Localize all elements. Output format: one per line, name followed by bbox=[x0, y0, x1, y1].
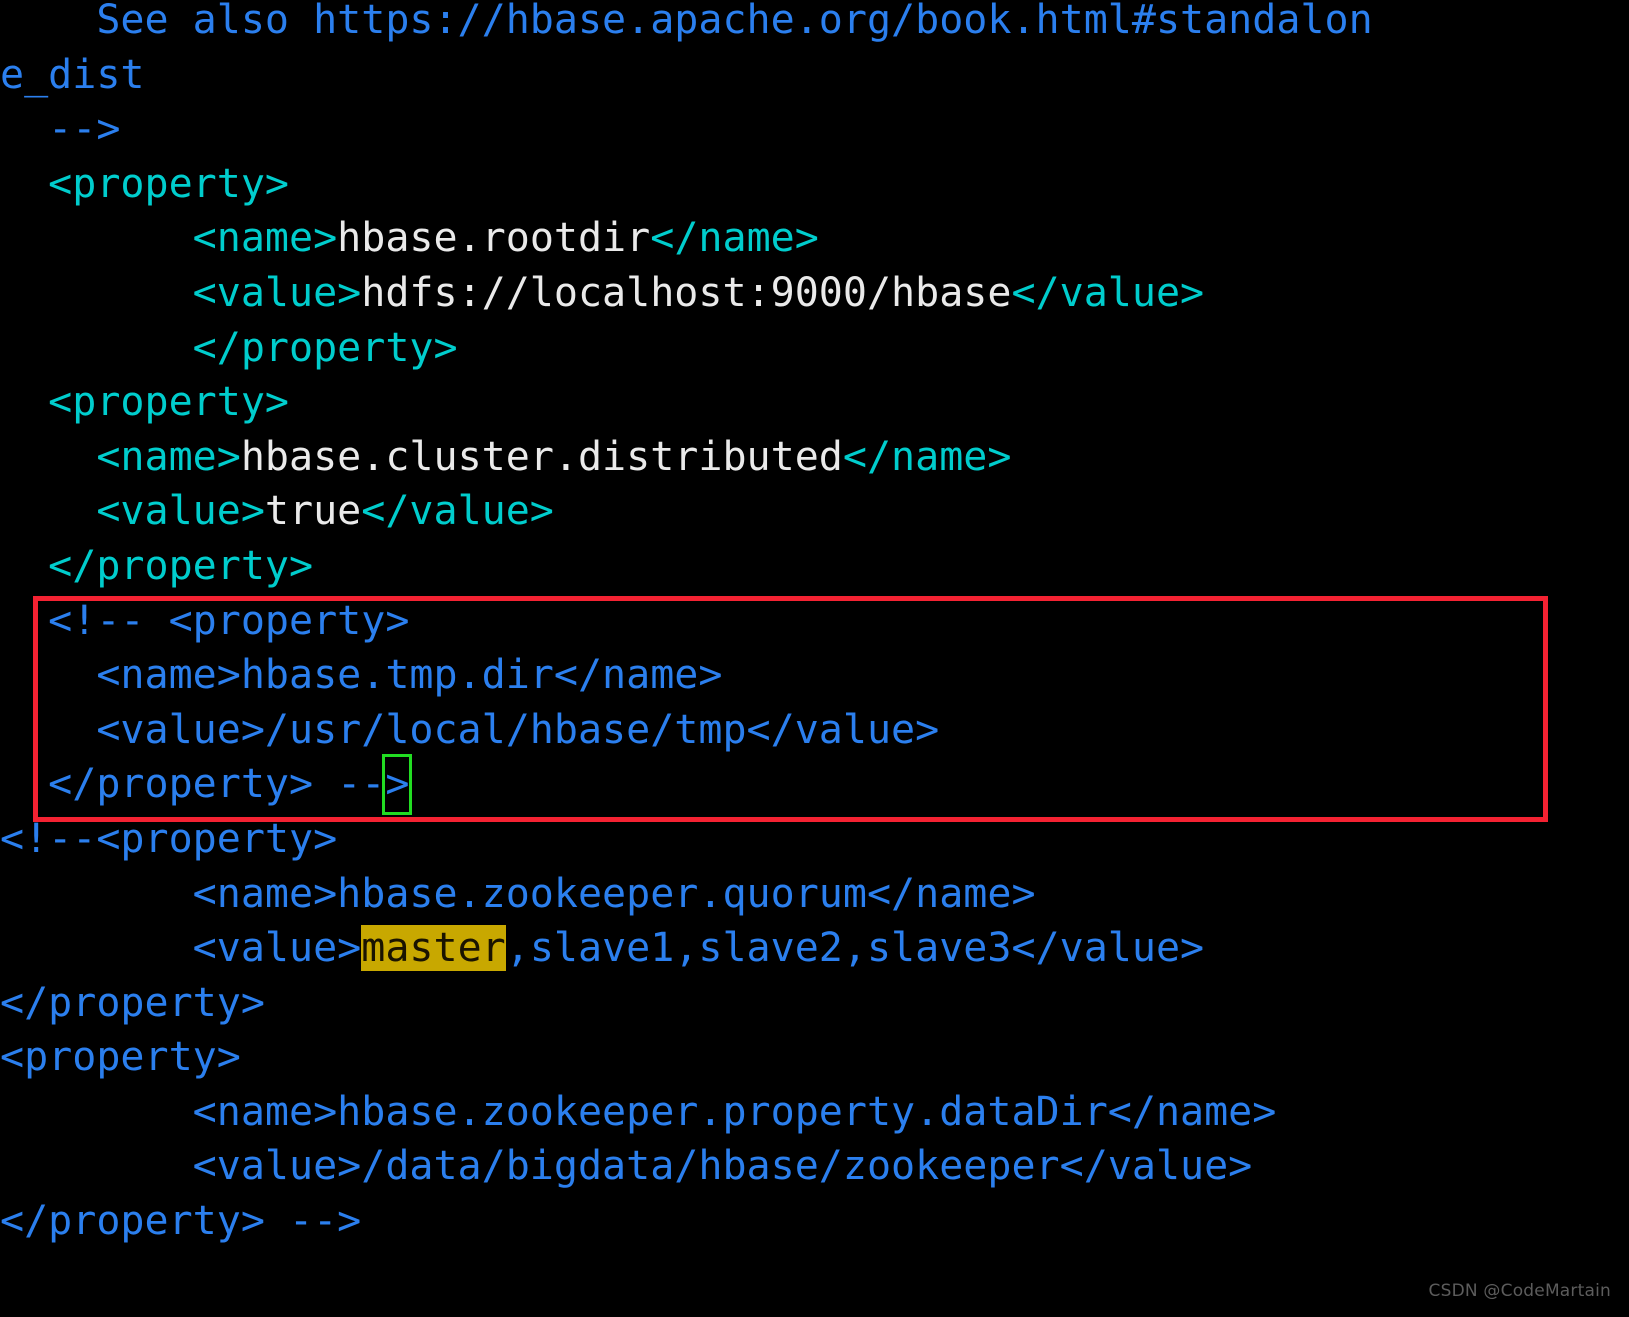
xml-comment: ,slave1,slave2,slave3</value> bbox=[505, 925, 1205, 972]
xml-comment: </property> -- bbox=[48, 761, 386, 808]
code-line[interactable]: </property> bbox=[0, 539, 1629, 594]
code-line[interactable]: --> bbox=[0, 102, 1629, 157]
xml-comment: <value>/usr/local/hbase/tmp</value> bbox=[96, 706, 940, 753]
xml-close-tag: </name> bbox=[650, 215, 819, 262]
code-line[interactable]: <name>hbase.rootdir</name> bbox=[0, 211, 1629, 266]
xml-tag-value: hbase.rootdir bbox=[337, 215, 651, 262]
xml-comment: <value> bbox=[192, 925, 362, 972]
code-line[interactable]: See also https://hbase.apache.org/book.h… bbox=[0, 0, 1629, 48]
code-line[interactable]: <!--<property> bbox=[0, 812, 1629, 867]
xml-tag: <property> bbox=[48, 379, 289, 426]
code-line[interactable]: <!-- <property> bbox=[0, 594, 1629, 649]
xml-comment: --> bbox=[48, 106, 121, 153]
watermark-label: CSDN @CodeMartain bbox=[1428, 1281, 1611, 1301]
code-line[interactable]: e_dist bbox=[0, 48, 1629, 103]
text-cursor[interactable]: > bbox=[382, 754, 413, 815]
xml-comment: <name>hbase.zookeeper.property.dataDir</… bbox=[192, 1088, 1277, 1135]
code-text-area[interactable]: See also https://hbase.apache.org/book.h… bbox=[0, 0, 1629, 1249]
xml-tag-value: true bbox=[264, 488, 362, 535]
code-editor-viewport[interactable]: See also https://hbase.apache.org/book.h… bbox=[0, 0, 1629, 1317]
code-line[interactable]: <name>hbase.zookeeper.quorum</name> bbox=[0, 867, 1629, 922]
code-line[interactable]: <value>/data/bigdata/hbase/zookeeper</va… bbox=[0, 1139, 1629, 1194]
xml-comment: <property> bbox=[0, 1034, 241, 1081]
code-line[interactable]: <value>true</value> bbox=[0, 484, 1629, 539]
xml-comment: <name>hbase.zookeeper.quorum</name> bbox=[192, 870, 1036, 917]
code-line[interactable]: </property> --> bbox=[0, 1194, 1629, 1249]
xml-tag: </property> bbox=[48, 542, 314, 589]
xml-open-tag: <name> bbox=[192, 215, 338, 262]
code-line[interactable]: <property> bbox=[0, 375, 1629, 430]
xml-comment: </property> --> bbox=[0, 1198, 362, 1245]
xml-comment: </property> bbox=[0, 979, 265, 1026]
code-line[interactable]: <name>hbase.cluster.distributed</name> bbox=[0, 430, 1629, 485]
xml-comment: <name>hbase.tmp.dir</name> bbox=[96, 652, 723, 699]
xml-comment: e_dist bbox=[0, 51, 145, 98]
code-line[interactable]: <property> bbox=[0, 157, 1629, 212]
code-line[interactable]: </property> bbox=[0, 321, 1629, 376]
code-line[interactable]: <value>/usr/local/hbase/tmp</value> bbox=[0, 703, 1629, 758]
code-line[interactable]: <value>hdfs://localhost:9000/hbase</valu… bbox=[0, 266, 1629, 321]
xml-tag-value: hdfs://localhost:9000/hbase bbox=[361, 269, 1012, 316]
xml-open-tag: <value> bbox=[192, 269, 362, 316]
xml-comment: <value>/data/bigdata/hbase/zookeeper</va… bbox=[192, 1143, 1253, 1190]
xml-comment: <!--<property> bbox=[0, 815, 338, 862]
xml-comment: See also https://hbase.apache.org/book.h… bbox=[96, 0, 1373, 43]
xml-close-tag: </value> bbox=[361, 488, 554, 535]
xml-open-tag: <name> bbox=[96, 433, 241, 480]
code-line[interactable]: <name>hbase.zookeeper.property.dataDir</… bbox=[0, 1085, 1629, 1140]
code-line[interactable]: <value>master,slave1,slave2,slave3</valu… bbox=[0, 921, 1629, 976]
code-line[interactable]: <property> bbox=[0, 1030, 1629, 1085]
highlighted-search-match[interactable]: master bbox=[361, 925, 506, 972]
xml-comment: <!-- <property> bbox=[48, 597, 410, 644]
code-line[interactable]: </property> bbox=[0, 976, 1629, 1031]
xml-close-tag: </name> bbox=[842, 433, 1012, 480]
code-line[interactable]: </property> --> bbox=[0, 754, 1629, 815]
xml-tag: <property> bbox=[48, 160, 289, 207]
xml-close-tag: </value> bbox=[1011, 269, 1205, 316]
xml-open-tag: <value> bbox=[96, 488, 265, 535]
code-line[interactable]: <name>hbase.tmp.dir</name> bbox=[0, 648, 1629, 703]
xml-tag-value: hbase.cluster.distributed bbox=[240, 433, 843, 480]
xml-tag: </property> bbox=[192, 324, 458, 371]
